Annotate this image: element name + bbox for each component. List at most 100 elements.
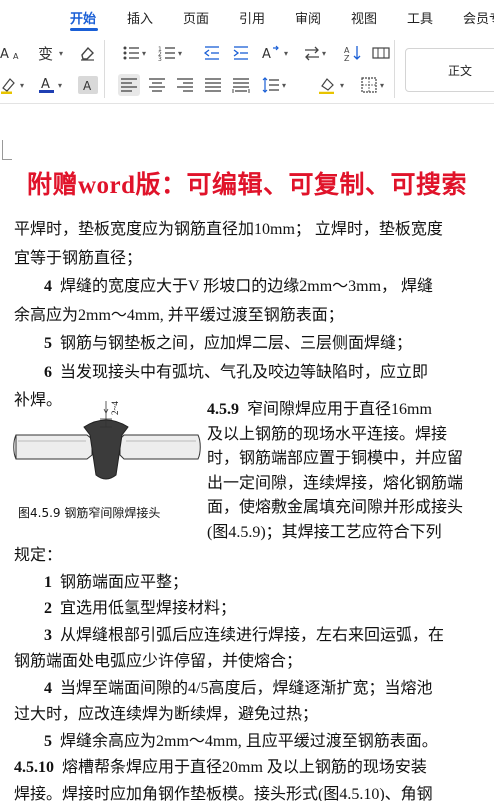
- show-marks-icon[interactable]: [372, 44, 390, 62]
- toolbar-separator: [104, 40, 105, 98]
- item-number: 4: [44, 278, 52, 295]
- text-line: 及以上钢筋的现场水平连接。焊接: [207, 423, 447, 447]
- line-text: 钢筋端面处电弧应少许停留，并使熔合；: [14, 653, 303, 670]
- right-rebar: [119, 434, 201, 460]
- item-number: 5: [44, 732, 52, 750]
- decrease-indent-icon[interactable]: [203, 44, 221, 62]
- direction-dropdown-icon[interactable]: ▾: [322, 49, 326, 58]
- numbered-dropdown-icon[interactable]: ▾: [178, 49, 182, 58]
- svg-text:A: A: [262, 47, 271, 62]
- line-text: 钢筋与钢垫板之间，应加焊二层、三层侧面焊缝；: [60, 335, 413, 352]
- character-spacing-icon[interactable]: A: [262, 44, 282, 62]
- text-line: 焊接。焊接时应加角钢作垫板模。接头形式(图4.5.10)、角钢: [14, 783, 433, 801]
- toolbar-separator: [394, 40, 395, 98]
- borders-icon[interactable]: [360, 76, 378, 94]
- line-text: 钢筋端面应平整；: [60, 573, 189, 591]
- item-number: 4: [44, 679, 52, 697]
- phonetic-dropdown-icon[interactable]: ▾: [59, 49, 63, 58]
- line-text: 窄间隙焊应用于直径16mm: [247, 401, 432, 418]
- font-color-icon[interactable]: A: [38, 76, 56, 94]
- text-line: 宜等于钢筋直径；: [14, 247, 142, 271]
- shading-fill-icon[interactable]: [318, 76, 338, 94]
- line-spacing-icon[interactable]: [262, 76, 280, 94]
- sort-icon[interactable]: AZ: [344, 44, 362, 62]
- line-text: 焊缝余高应为2mm～4mm, 且应平缓过渡至钢筋表面。: [60, 732, 438, 750]
- item-number: 1: [44, 573, 52, 591]
- text-line: 过大时，应改连续焊为断续焊，避免过热；: [14, 703, 318, 727]
- tab-references[interactable]: 引用: [239, 8, 265, 27]
- text-line: 3 从焊缝根部引弧后应连续进行焊接，左右来回运弧，在: [44, 624, 444, 648]
- borders-dropdown-icon[interactable]: ▾: [380, 81, 384, 90]
- style-normal-label: 正文: [448, 64, 473, 78]
- figure-narrow-gap-weld: 2~4: [12, 395, 202, 520]
- item-number: 3: [44, 626, 52, 644]
- text-line: 5 焊缝余高应为2mm～4mm, 且应平缓过渡至钢筋表面。: [44, 730, 438, 754]
- style-gallery-normal[interactable]: 正文: [405, 48, 494, 92]
- text-direction-icon[interactable]: [303, 44, 321, 62]
- tab-view[interactable]: 视图: [351, 8, 377, 27]
- text-line: 规定：: [14, 544, 62, 568]
- align-center-icon[interactable]: [148, 76, 166, 94]
- bullet-dropdown-icon[interactable]: ▾: [142, 49, 146, 58]
- font-color-dropdown-icon[interactable]: ▾: [58, 81, 62, 90]
- tab-member[interactable]: 会员专: [463, 8, 494, 27]
- text-line: 4.5.10 熔槽帮条焊应用于直径20mm 及以上钢筋的现场安装: [14, 756, 427, 780]
- dimension-label: 2~4: [110, 401, 120, 415]
- text-line: 余高应为2mm～4mm, 并平缓过渡至钢筋表面；: [14, 304, 344, 328]
- highlight-icon[interactable]: [0, 76, 18, 94]
- ribbon-tab-bar: 开始 插入 页面 引用 审阅 视图 工具 会员专: [0, 0, 494, 34]
- line-text: 宜选用低氢型焊接材料；: [60, 600, 237, 617]
- line-text: 焊接。焊接时应加角钢作垫板模。接头形式(图4.5.10)、角钢: [14, 785, 433, 801]
- svg-text:A: A: [41, 77, 50, 92]
- ribbon-toolbar: A A 变 ▾ ▾ 123 ▾ A ▾ ▾ AZ ▾ A ▾ A ▾ ▾ ▾ 正…: [0, 34, 494, 104]
- text-line: 面，使熔敷金属填充间隙并形成接头: [207, 496, 463, 520]
- text-line: 2 宜选用低氢型焊接材料；: [44, 597, 236, 621]
- item-number: 4.5.10: [14, 759, 54, 776]
- bullet-list-icon[interactable]: [122, 44, 140, 62]
- text-line: 5 钢筋与钢垫板之间，应加焊二层、三层侧面焊缝；: [44, 332, 412, 356]
- shading-dropdown-icon[interactable]: ▾: [340, 81, 344, 90]
- line-text: 熔槽帮条焊应用于直径20mm 及以上钢筋的现场安装: [62, 759, 427, 776]
- align-left-button[interactable]: [118, 74, 140, 96]
- line-text: 平焊时，垫板宽度应为钢筋直径加10mm； 立焊时，垫板宽度: [14, 221, 443, 238]
- tab-insert[interactable]: 插入: [127, 8, 153, 27]
- highlight-dropdown-icon[interactable]: ▾: [20, 81, 24, 90]
- svg-text:Z: Z: [344, 54, 350, 62]
- line-text: 宜等于钢筋直径；: [14, 249, 143, 267]
- tab-home[interactable]: 开始: [70, 8, 96, 27]
- text-line: 6 当发现接头中有弧坑、气孔及咬边等缺陷时，应立即: [44, 361, 428, 385]
- text-line: 钢筋端面处电弧应少许停留，并使熔合；: [14, 650, 302, 674]
- svg-text:变: 变: [38, 45, 53, 63]
- tab-page[interactable]: 页面: [183, 8, 209, 27]
- line-text: 当发现接头中有弧坑、气孔及咬边等缺陷时，应立即: [60, 363, 429, 381]
- line-text: (图4.5.9)；其焊接工艺应符合下列: [207, 523, 442, 541]
- character-shading-icon[interactable]: A: [78, 76, 98, 94]
- item-number: 4.5.9: [207, 401, 239, 418]
- line-text: 面，使熔敷金属填充间隙并形成接头: [207, 499, 464, 516]
- line-text: 余高应为2mm～4mm, 并平缓过渡至钢筋表面；: [14, 306, 344, 324]
- clear-format-icon[interactable]: [78, 44, 96, 62]
- figure-caption: 图4.5.9 钢筋窄间隙焊接头: [18, 506, 161, 520]
- svg-text:A: A: [13, 52, 19, 61]
- numbered-list-icon[interactable]: 123: [158, 44, 176, 62]
- spacing-dropdown-icon[interactable]: ▾: [284, 49, 288, 58]
- line-spacing-dropdown-icon[interactable]: ▾: [282, 81, 286, 90]
- line-text: 当焊至端面间隙的4/5高度后，焊缝逐渐扩宽；当熔池: [60, 679, 433, 697]
- phonetic-guide-icon[interactable]: 变: [38, 43, 58, 63]
- svg-text:A: A: [83, 79, 92, 93]
- text-line: (图4.5.9)；其焊接工艺应符合下列: [207, 521, 442, 545]
- item-number: 5: [44, 335, 52, 352]
- increase-indent-icon[interactable]: [232, 44, 250, 62]
- line-text: 出一定间隙，连续焊接，熔化钢筋端: [207, 474, 464, 492]
- text-line: 4 焊缝的宽度应大于V 形坡口的边缘2mm～3mm， 焊缝: [44, 275, 433, 299]
- item-number: 6: [44, 363, 52, 381]
- justify-icon[interactable]: [204, 76, 222, 94]
- text-line: 1 钢筋端面应平整；: [44, 571, 188, 595]
- left-rebar: [15, 434, 93, 460]
- tab-review[interactable]: 审阅: [295, 8, 321, 27]
- text-line: 4.5.9 窄间隙焊应用于直径16mm: [207, 398, 432, 422]
- font-size-decrease-icon[interactable]: A: [0, 44, 14, 62]
- tab-tools[interactable]: 工具: [407, 8, 433, 27]
- align-right-icon[interactable]: [176, 76, 194, 94]
- distributed-align-icon[interactable]: [232, 76, 250, 94]
